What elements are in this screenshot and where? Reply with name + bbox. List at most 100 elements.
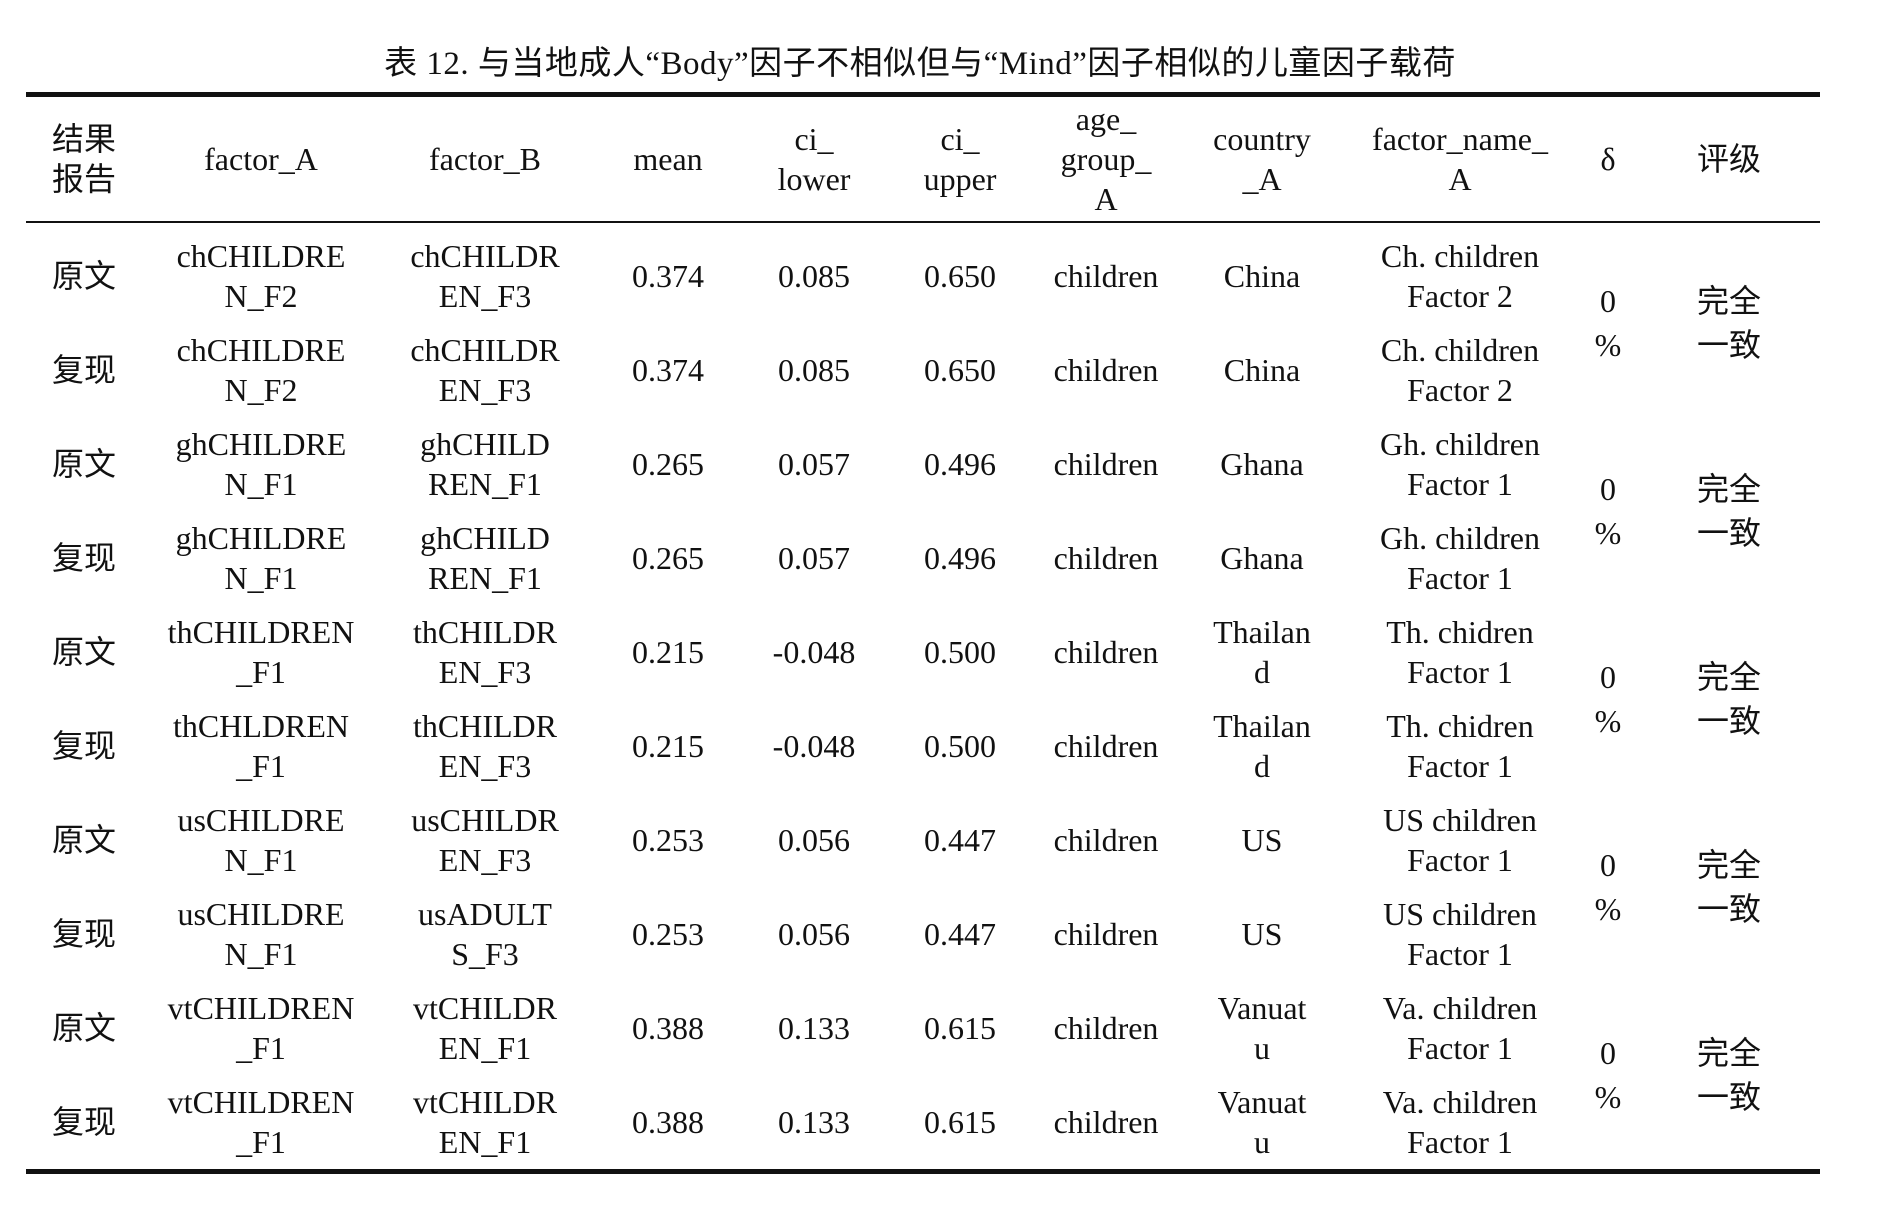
cell-country: US [1241, 916, 1283, 952]
cell-factor-b: usCHILDR EN_F3 [411, 802, 559, 878]
cell-mean: 0.215 [632, 728, 704, 764]
cell-factor-name: Ch. children Factor 2 [1380, 332, 1540, 408]
col-header-delta: δ [1600, 141, 1616, 177]
cell-factor-a: usCHILDRE N_F1 [177, 896, 345, 972]
cell-factor-name: Gh. children Factor 1 [1380, 426, 1540, 502]
cell-mean: 0.388 [632, 1104, 704, 1140]
cell-factor-name: Ch. children Factor 2 [1380, 238, 1540, 314]
cell-factor-b: thCHILDR EN_F3 [413, 614, 557, 690]
cell-ci-lower: 0.057 [778, 446, 850, 482]
col-header-grade: 评级 [1696, 141, 1761, 177]
cell-mean: 0.265 [632, 540, 704, 576]
cell-ci-upper: 0.500 [924, 634, 996, 670]
cell-delta: 0 % [1594, 659, 1622, 739]
cell-ci-upper: 0.496 [924, 446, 996, 482]
cell-country: US [1241, 822, 1283, 858]
cell-factor-name: US children Factor 1 [1383, 896, 1537, 972]
cell-factor-name: Va. children Factor 1 [1382, 990, 1538, 1066]
cell-country: China [1223, 258, 1301, 294]
cell-ci-upper: 0.496 [924, 540, 996, 576]
bottom-rule [26, 1169, 1820, 1174]
cell-factor-a: chCHILDRE N_F2 [176, 332, 346, 408]
cell-age-group: children [1053, 916, 1159, 952]
cell-factor-name: Va. children Factor 1 [1382, 1084, 1538, 1160]
table-row: 复现 usCHILDRE N_F1 usADULT S_F3 0.253 0.056 0.… [26, 887, 1820, 981]
row-label: 复现 [52, 1104, 117, 1140]
row-label: 复现 [52, 728, 117, 764]
table-row: 原文 usCHILDRE N_F1 usCHILDR EN_F3 0.253 0.056… [26, 793, 1820, 927]
cell-age-group: children [1053, 1104, 1159, 1140]
col-header-ci-upper: ci_ upper [923, 121, 997, 197]
row-label: 原文 [52, 822, 117, 858]
cell-factor-a: thCHLDREN _F1 [173, 708, 349, 784]
cell-ci-lower: 0.133 [778, 1010, 850, 1046]
cell-delta: 0 % [1594, 283, 1622, 363]
table-caption: 表 12. 与当地成人“Body”因子不相似但与“Mind”因子相似的儿童因子载… [384, 46, 1456, 82]
cell-ci-upper: 0.500 [924, 728, 996, 764]
cell-factor-b: vtCHILDR EN_F1 [413, 990, 557, 1066]
cell-mean: 0.253 [632, 822, 704, 858]
cell-mean: 0.374 [632, 352, 704, 388]
cell-country: Vanuat u [1217, 1084, 1307, 1160]
cell-ci-upper: 0.650 [924, 258, 996, 294]
cell-factor-a: thCHILDREN _F1 [167, 614, 355, 690]
cell-factor-a: ghCHILDRE N_F1 [175, 426, 347, 502]
cell-factor-name: US children Factor 1 [1383, 802, 1537, 878]
row-label: 原文 [52, 258, 117, 294]
row-label: 原文 [52, 1010, 117, 1046]
cell-country: Ghana [1220, 446, 1304, 482]
col-header-factor-name: factor_name_ A [1372, 121, 1548, 197]
cell-ci-lower: -0.048 [772, 634, 856, 670]
cell-country: Ghana [1220, 540, 1304, 576]
col-header-factor-a: factor_A [204, 141, 318, 177]
cell-age-group: children [1053, 822, 1159, 858]
cell-ci-upper: 0.615 [924, 1010, 996, 1046]
cell-ci-upper: 0.447 [924, 916, 996, 952]
cell-factor-b: chCHILDR EN_F3 [410, 238, 560, 314]
cell-factor-name: Th. chidren Factor 1 [1386, 614, 1534, 690]
cell-factor-b: ghCHILD REN_F1 [420, 426, 550, 502]
cell-country: Vanuat u [1217, 990, 1307, 1066]
cell-ci-lower: 0.056 [778, 822, 850, 858]
table-row: 原文 chCHILDRE N_F2 chCHILDR EN_F3 0.374 0.085… [26, 223, 1820, 363]
cell-age-group: children [1053, 352, 1159, 388]
cell-factor-a: ghCHILDRE N_F1 [175, 520, 347, 596]
cell-ci-lower: 0.085 [778, 258, 850, 294]
cell-mean: 0.253 [632, 916, 704, 952]
cell-factor-b: thCHILDR EN_F3 [413, 708, 557, 784]
cell-factor-a: vtCHILDREN _F1 [167, 990, 355, 1066]
row-label: 复现 [52, 352, 117, 388]
cell-mean: 0.265 [632, 446, 704, 482]
cell-factor-b: chCHILDR EN_F3 [410, 332, 560, 408]
cell-country: China [1223, 352, 1301, 388]
cell-ci-upper: 0.650 [924, 352, 996, 388]
cell-ci-upper: 0.447 [924, 822, 996, 858]
cell-delta: 0 % [1594, 471, 1622, 551]
table-row: 复现 ghCHILDRE N_F1 ghCHILD REN_F1 0.265 0.057… [26, 511, 1820, 605]
row-label: 复现 [52, 916, 117, 952]
cell-factor-b: usADULT S_F3 [418, 896, 552, 972]
cell-age-group: children [1053, 634, 1159, 670]
cell-ci-lower: 0.085 [778, 352, 850, 388]
table-row: 原文 vtCHILDREN _F1 vtCHILDR EN_F1 0.388 0.133… [26, 981, 1820, 1115]
cell-age-group: children [1053, 728, 1159, 764]
col-header-factor-b: factor_B [429, 141, 541, 177]
cell-factor-name: Th. chidren Factor 1 [1386, 708, 1534, 784]
cell-age-group: children [1053, 446, 1159, 482]
cell-age-group: children [1053, 540, 1159, 576]
cell-factor-a: usCHILDRE N_F1 [177, 802, 345, 878]
row-label: 复现 [52, 540, 117, 576]
cell-grade: 完全 一致 [1696, 1035, 1761, 1115]
cell-factor-a: chCHILDRE N_F2 [176, 238, 346, 314]
results-table: 结果 报告 factor_A factor_B mean ci_ lower c… [26, 92, 1820, 1174]
cell-grade: 完全 一致 [1696, 847, 1761, 927]
cell-mean: 0.388 [632, 1010, 704, 1046]
table-row: 复现 thCHLDREN _F1 thCHILDR EN_F3 0.215 -0.048… [26, 699, 1820, 793]
cell-factor-b: ghCHILD REN_F1 [420, 520, 550, 596]
cell-ci-lower: 0.133 [778, 1104, 850, 1140]
cell-ci-lower: 0.056 [778, 916, 850, 952]
cell-country: Thailan d [1213, 708, 1311, 784]
table-row: 复现 vtCHILDREN _F1 vtCHILDR EN_F1 0.388 0.133… [26, 1075, 1820, 1169]
table-row: 复现 chCHILDRE N_F2 chCHILDR EN_F3 0.374 0.085… [26, 323, 1820, 417]
cell-grade: 完全 一致 [1696, 471, 1761, 551]
